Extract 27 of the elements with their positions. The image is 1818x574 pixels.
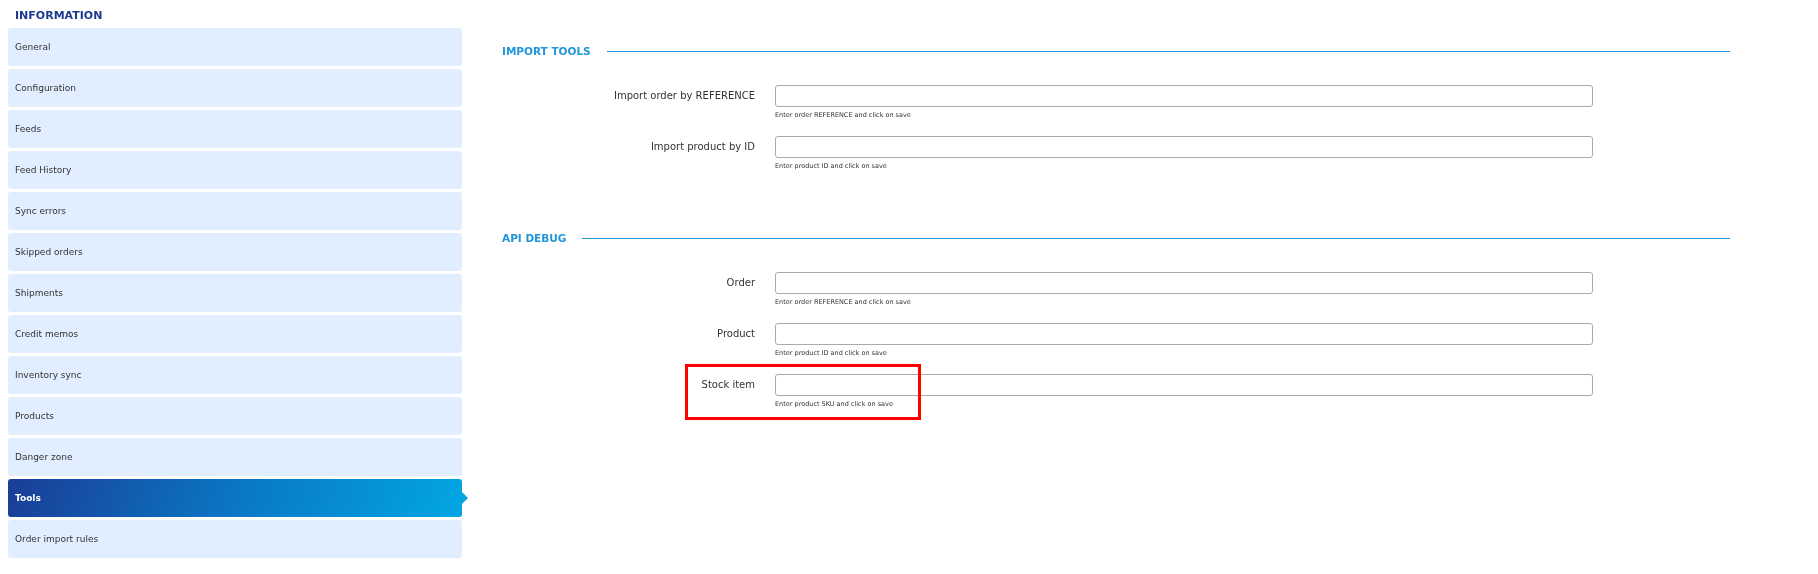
sidebar-item[interactable]: Feeds <box>8 110 462 148</box>
pointer-icon <box>462 492 468 504</box>
input-field[interactable] <box>775 374 1593 396</box>
field-label: Product <box>716 327 755 341</box>
section-title: API DEBUG <box>502 232 567 244</box>
section-title: IMPORT TOOLS <box>502 45 591 57</box>
sidebar-item[interactable]: Inventory sync <box>8 356 462 394</box>
field-label: Import product by ID <box>649 140 755 154</box>
sidebar-item[interactable]: Tools <box>8 479 462 517</box>
field-label: Order <box>725 276 755 290</box>
sidebar-item[interactable]: General <box>8 28 462 66</box>
input-field[interactable] <box>775 323 1593 345</box>
sidebar-item[interactable]: Skipped orders <box>8 233 462 271</box>
sidebar-item[interactable]: Credit memos <box>8 315 462 353</box>
sidebar-item[interactable]: Feed History <box>8 151 462 189</box>
sidebar-item[interactable]: Shipments <box>8 274 462 312</box>
field-label: Stock item <box>700 378 755 392</box>
field-label: Import order by REFERENCE <box>612 89 755 103</box>
sidebar-item[interactable]: Products <box>8 397 462 435</box>
sidebar-item[interactable]: Danger zone <box>8 438 462 476</box>
sidebar-item[interactable]: Sync errors <box>8 192 462 230</box>
input-field[interactable] <box>775 85 1593 107</box>
input-field[interactable] <box>775 136 1593 158</box>
input-field[interactable] <box>775 272 1593 294</box>
sidebar-heading: INFORMATION <box>14 8 104 24</box>
sidebar-item[interactable]: Order import rules <box>8 520 462 558</box>
sidebar-item[interactable]: Configuration <box>8 69 462 107</box>
